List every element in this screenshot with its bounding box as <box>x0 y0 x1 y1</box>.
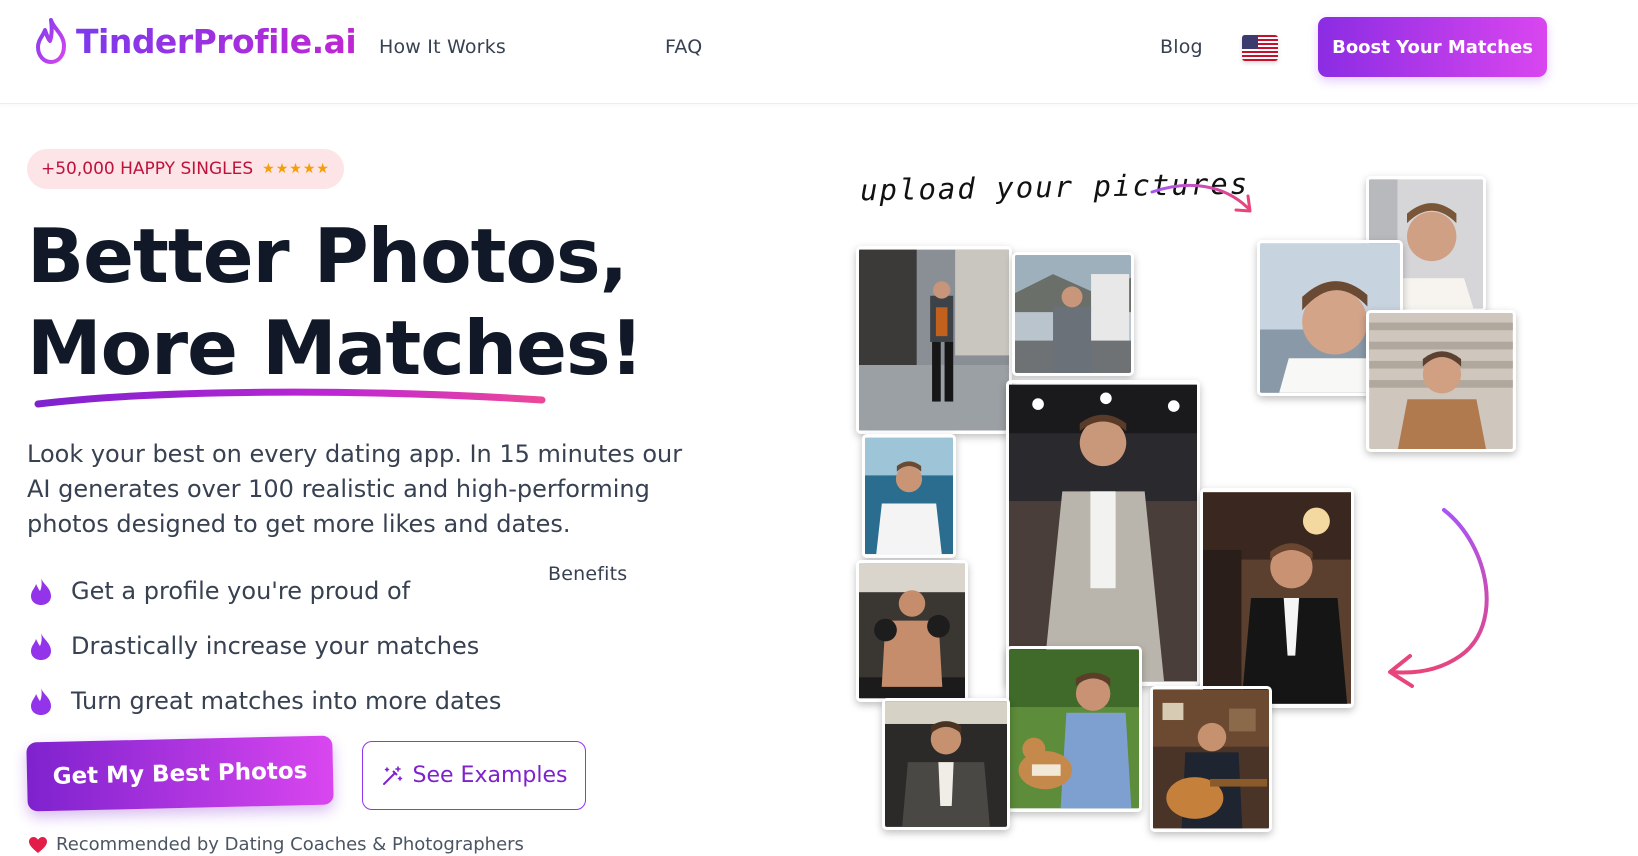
benefit-item: Drastically increase your matches <box>27 618 501 673</box>
upload-photo-stairs <box>1366 310 1516 452</box>
photo-guitar <box>1150 686 1272 832</box>
see-examples-label: See Examples <box>412 763 568 788</box>
logo[interactable]: TinderProfile.ai <box>34 16 357 66</box>
recommendation-note: Recommended by Dating Coaches & Photogra… <box>28 834 524 855</box>
headline-underline <box>34 388 546 408</box>
flame-logo-icon <box>36 18 66 64</box>
heart-icon <box>29 836 47 853</box>
benefits-list: Get a profile you're proud of Drasticall… <box>27 563 501 728</box>
photo-sea-boat <box>862 434 956 558</box>
flame-icon <box>31 687 51 715</box>
hero-headline: Better Photos, More Matches! <box>27 210 644 394</box>
hero-description: Look your best on every dating app. In 1… <box>27 440 683 538</box>
arrow-icon <box>1150 183 1252 213</box>
boost-matches-button[interactable]: Boost Your Matches <box>1318 17 1547 77</box>
benefit-item: Turn great matches into more dates <box>27 673 501 728</box>
photo-gala-tuxedo <box>1200 488 1354 708</box>
logo-text: TinderProfile.ai <box>76 21 357 61</box>
magic-wand-icon <box>382 765 402 785</box>
get-best-photos-button[interactable]: Get My Best Photos <box>26 735 334 812</box>
nav-link-how-it-works[interactable]: How It Works <box>379 36 506 58</box>
photo-fashion-show <box>1006 380 1200 686</box>
top-navbar: TinderProfile.ai How It Works Benefits F… <box>0 0 1638 585</box>
benefit-item: Get a profile you're proud of <box>27 563 501 618</box>
rating-stars-icon: ★★★★★ <box>262 161 330 177</box>
photo-helicopter <box>1012 252 1134 376</box>
us-flag-icon[interactable] <box>1242 35 1278 61</box>
benefit-text: Drastically increase your matches <box>71 631 480 660</box>
nav-link-blog[interactable]: Blog <box>1160 36 1203 58</box>
photo-boxing <box>856 560 968 702</box>
happy-singles-badge: +50,000 HAPPY SINGLES ★★★★★ <box>27 149 344 189</box>
nav-link-faq[interactable]: FAQ <box>665 36 702 58</box>
photo-park-dog <box>1006 646 1142 812</box>
badge-text: +50,000 HAPPY SINGLES <box>41 159 254 179</box>
recommendation-text: Recommended by Dating Coaches & Photogra… <box>56 834 524 855</box>
nav-link-benefits[interactable]: Benefits <box>548 563 627 585</box>
headline-line-2: More Matches! <box>27 304 644 392</box>
photo-car-interior <box>882 698 1010 830</box>
flame-icon <box>31 632 51 660</box>
benefit-text: Get a profile you're proud of <box>71 576 411 605</box>
benefit-text: Turn great matches into more dates <box>71 686 502 715</box>
curved-arrow-icon <box>1388 508 1489 688</box>
headline-line-1: Better Photos, <box>27 212 628 300</box>
see-examples-button[interactable]: See Examples <box>362 741 586 810</box>
flame-icon <box>31 577 51 605</box>
photo-street-walk <box>856 246 1012 434</box>
